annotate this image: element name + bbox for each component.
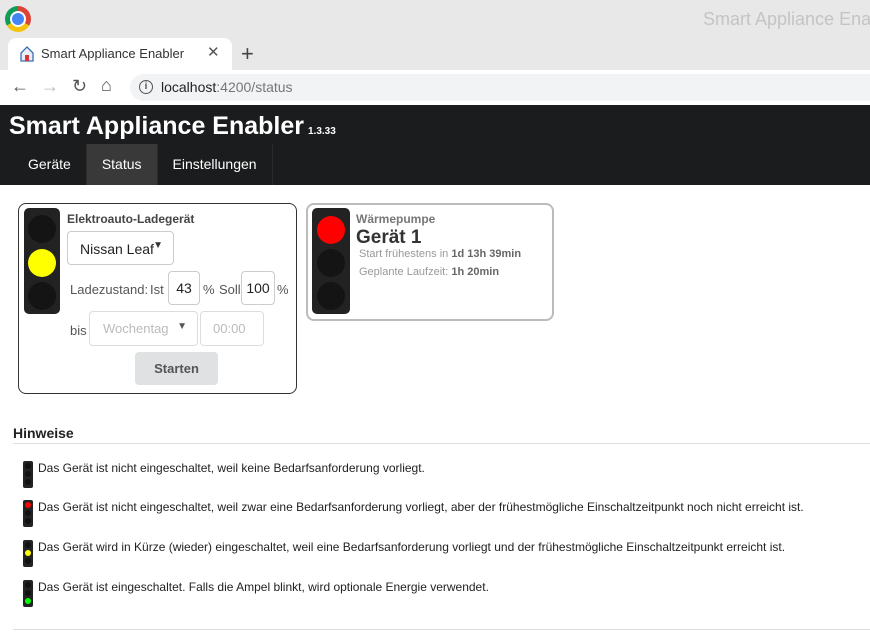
- hint-item-off: Das Gerät ist nicht eingeschaltet, weil …: [23, 461, 870, 489]
- chrome-logo-icon: [5, 6, 31, 32]
- time-input[interactable]: 00:00: [200, 311, 264, 346]
- mini-lamp: [25, 598, 31, 604]
- hint-item-green: Das Gerät ist eingeschaltet. Falls die A…: [23, 580, 870, 608]
- runtime-value: 1h 20min: [451, 266, 500, 278]
- soll-soc-input[interactable]: 100: [241, 271, 275, 305]
- browser-tab[interactable]: Smart Appliance Enabler ✕: [8, 38, 232, 70]
- reload-icon[interactable]: ↻: [72, 76, 87, 97]
- traffic-light-icon: [312, 208, 350, 314]
- info-icon[interactable]: i: [139, 80, 153, 94]
- runtime-label: Geplante Laufzeit:: [359, 266, 449, 278]
- traffic-light-red-icon: [23, 500, 33, 527]
- hint-text: Das Gerät ist eingeschaltet. Falls die A…: [38, 580, 489, 594]
- tab-strip: Smart Appliance Enabler ✕ +: [0, 38, 870, 70]
- url-text: localhost:4200/status: [161, 79, 293, 95]
- runtime-row: Geplante Laufzeit: 1h 20min: [359, 266, 499, 278]
- hint-text: Das Gerät ist nicht eingeschaltet, weil …: [38, 500, 804, 514]
- url-field[interactable]: i localhost:4200/status: [130, 74, 870, 101]
- vehicle-dropdown[interactable]: Nissan Leaf ▼: [67, 231, 174, 265]
- weekday-dropdown[interactable]: Wochentag ▼: [89, 311, 198, 346]
- tab-title: Smart Appliance Enabler: [41, 46, 185, 61]
- ist-percent-label: %: [203, 282, 215, 297]
- app-navbar: Smart Appliance Enabler 1.3.33 Geräte Sta…: [0, 105, 870, 185]
- lamp-red: [317, 216, 345, 244]
- mini-lamp: [25, 558, 31, 564]
- back-arrow-icon[interactable]: ←: [11, 76, 29, 97]
- device-type: Elektroauto-Ladegerät: [67, 212, 195, 226]
- main-menu: Geräte Status Einstellungen: [13, 144, 273, 185]
- window-title: Smart Appliance Enabler: [703, 9, 870, 29]
- app-brand: Smart Appliance Enabler 1.3.33: [9, 112, 336, 141]
- mini-lamp: [25, 502, 31, 508]
- traffic-light-icon: [24, 208, 60, 314]
- address-bar: ← → ↻ ⌂ i localhost:4200/status: [0, 70, 870, 105]
- earliest-start-label: Start frühestens in: [359, 248, 449, 260]
- mini-lamp: [25, 471, 31, 477]
- menu-item-geraete[interactable]: Geräte: [13, 144, 87, 185]
- device-type: Wärmepumpe: [356, 212, 436, 226]
- charge-state-label: Ladezustand:: [70, 282, 149, 297]
- earliest-start-value: 1d 13h 39min: [451, 248, 522, 260]
- bis-label: bis: [70, 323, 87, 338]
- lamp-yellow: [28, 249, 56, 277]
- menu-item-einstellungen[interactable]: Einstellungen: [158, 144, 273, 185]
- version-badge: 1.3.33: [308, 126, 336, 137]
- lamp-red: [28, 215, 56, 243]
- mini-lamp: [25, 510, 31, 516]
- traffic-light-green-icon: [23, 580, 33, 607]
- mini-lamp: [25, 590, 31, 596]
- lamp-green: [28, 282, 56, 310]
- mini-lamp: [25, 463, 31, 469]
- traffic-light-off-icon: [23, 461, 33, 488]
- mini-lamp: [25, 550, 31, 556]
- house-favicon-icon: [20, 46, 34, 62]
- ist-soc-input[interactable]: 43: [168, 271, 200, 305]
- forward-arrow-icon[interactable]: →: [41, 76, 59, 97]
- divider: [13, 629, 870, 630]
- lamp-yellow: [317, 249, 345, 277]
- mini-lamp: [25, 479, 31, 485]
- traffic-light-yellow-icon: [23, 540, 33, 567]
- lamp-green: [317, 282, 345, 310]
- mini-lamp: [25, 518, 31, 524]
- hint-text: Das Gerät wird in Kürze (wieder) eingesc…: [38, 540, 786, 554]
- caret-down-icon: ▼: [153, 240, 163, 251]
- home-icon[interactable]: ⌂: [101, 75, 112, 96]
- brand-title: Smart Appliance Enabler: [9, 112, 304, 140]
- ist-label: Ist: [150, 282, 164, 297]
- start-button[interactable]: Starten: [135, 352, 218, 385]
- url-path: :4200/status: [216, 79, 293, 95]
- mini-lamp: [25, 542, 31, 548]
- close-tab-icon[interactable]: ✕: [207, 43, 220, 61]
- mini-lamp: [25, 582, 31, 588]
- menu-item-status[interactable]: Status: [86, 144, 158, 185]
- hints-heading: Hinweise: [13, 425, 74, 441]
- device-card-heat-pump[interactable]: Wärmepumpe Gerät 1 Start frühestens in 1…: [306, 203, 554, 321]
- caret-down-icon: ▼: [177, 321, 187, 332]
- device-name: Gerät 1: [356, 227, 422, 248]
- earliest-start-row: Start frühestens in 1d 13h 39min: [359, 248, 521, 260]
- hint-item-red: Das Gerät ist nicht eingeschaltet, weil …: [23, 500, 870, 528]
- weekday-placeholder: Wochentag: [103, 321, 169, 336]
- new-tab-icon[interactable]: +: [241, 41, 254, 67]
- soll-label: Soll: [219, 282, 241, 297]
- device-card-ev-charger: Elektroauto-Ladegerät Nissan Leaf ▼ Lade…: [18, 203, 297, 394]
- vehicle-selected: Nissan Leaf: [80, 241, 154, 257]
- hint-text: Das Gerät ist nicht eingeschaltet, weil …: [38, 461, 425, 475]
- hint-item-yellow: Das Gerät wird in Kürze (wieder) eingesc…: [23, 540, 870, 568]
- url-host: localhost: [161, 79, 217, 95]
- divider: [13, 443, 870, 444]
- browser-titlebar: Smart Appliance Enabler: [0, 0, 870, 38]
- soll-percent-label: %: [277, 282, 289, 297]
